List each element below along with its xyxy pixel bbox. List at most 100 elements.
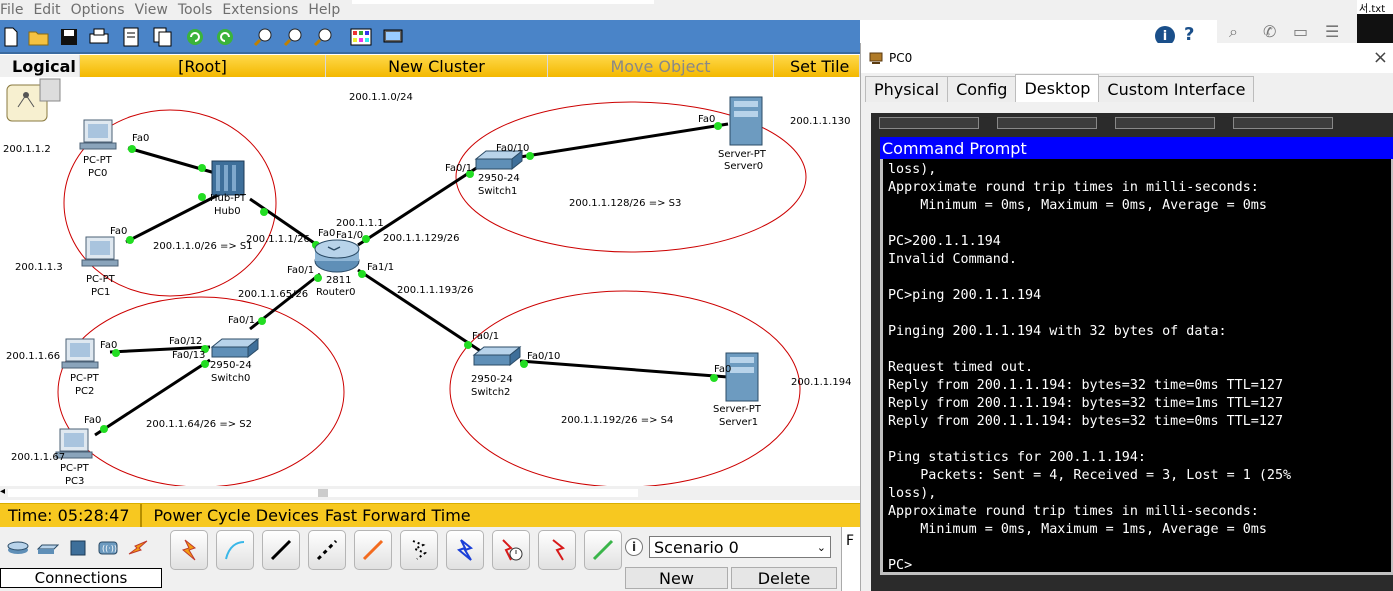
switch0-name[interactable]: Switch0 xyxy=(211,373,250,384)
cmd-line xyxy=(888,539,1391,557)
new-scenario-button[interactable]: New xyxy=(625,567,728,589)
menu-tools[interactable]: Tools xyxy=(178,2,221,18)
device-panel: ((·)) Connections i Scenario 0 ⌄ New Del… xyxy=(0,527,860,591)
tab-config[interactable]: Config xyxy=(947,76,1017,102)
phone-cable-icon[interactable] xyxy=(400,530,438,570)
subnet-s4-label: 200.1.1.192/26 => S4 xyxy=(561,415,674,426)
canvas-hscrollbar[interactable]: ◂ xyxy=(0,486,860,500)
power-cycle-button[interactable]: Power Cycle Devices xyxy=(142,506,319,525)
straight-through-cable-icon[interactable] xyxy=(262,530,300,570)
router0-name[interactable]: Router0 xyxy=(316,287,356,298)
subnet-s3-label: 200.1.1.128/26 => S3 xyxy=(569,198,682,209)
search-icon[interactable]: ⌕ xyxy=(1229,22,1238,42)
server0-type: Server-PT xyxy=(718,149,766,160)
connections-category-icon[interactable] xyxy=(126,539,150,557)
print-icon[interactable] xyxy=(88,26,110,48)
hub0-name[interactable]: Hub0 xyxy=(214,206,241,217)
video-icon[interactable]: ▭ xyxy=(1293,22,1308,41)
save-icon[interactable] xyxy=(58,26,80,48)
svg-text:((·)): ((·)) xyxy=(102,544,117,553)
auto-cable-icon[interactable] xyxy=(170,530,208,570)
server1-name[interactable]: Server1 xyxy=(719,417,758,428)
pc1-name[interactable]: PC1 xyxy=(91,287,110,298)
cmd-line xyxy=(888,269,1391,287)
undo-icon[interactable] xyxy=(184,26,206,48)
tab-logical[interactable]: Logical xyxy=(0,55,80,77)
custom-device-icon[interactable] xyxy=(382,26,404,48)
tab-set-tiled[interactable]: Set Tile xyxy=(774,55,860,77)
router-fa10-ip-a: 200.1.1.1 xyxy=(336,218,384,229)
tab-new-cluster[interactable]: New Cluster xyxy=(326,55,548,77)
link-pc0-hub0 xyxy=(127,146,223,177)
new-file-icon[interactable] xyxy=(0,26,22,48)
scroll-left-icon[interactable]: ◂ xyxy=(0,486,5,497)
zoom-in-icon[interactable] xyxy=(252,26,274,48)
activity-wizard-icon[interactable] xyxy=(120,26,142,48)
info-icon[interactable]: i xyxy=(625,538,643,556)
desktop-app-icon[interactable] xyxy=(997,117,1097,129)
pc2-port: Fa0 xyxy=(100,340,118,351)
desktop-app-icon[interactable] xyxy=(879,117,979,129)
scenario-select[interactable]: Scenario 0 ⌄ xyxy=(649,536,831,558)
serial-dte-cable-icon[interactable] xyxy=(538,530,576,570)
desktop-app-icon[interactable] xyxy=(1115,117,1215,129)
pc3-type: PC-PT xyxy=(60,463,89,474)
scroll-thumb[interactable] xyxy=(318,489,328,497)
switch-category-icon[interactable] xyxy=(36,539,60,557)
console-cable-icon[interactable] xyxy=(216,530,254,570)
server1-type: Server-PT xyxy=(713,404,761,415)
switch1-name[interactable]: Switch1 xyxy=(478,186,517,197)
status-bar: Time: 05:28:47 Power Cycle Devices Fast … xyxy=(0,503,860,528)
tab-custom-interface[interactable]: Custom Interface xyxy=(1098,76,1255,102)
switch2-icon xyxy=(472,345,522,367)
pc0-titlebar[interactable]: PC0 × xyxy=(861,43,1393,73)
subnet-s2-ellipse xyxy=(57,296,345,486)
device-category-icons: ((·)) xyxy=(6,539,150,557)
pc3-name[interactable]: PC3 xyxy=(65,476,84,486)
phone-icon[interactable]: ✆ xyxy=(1263,22,1276,41)
cmd-line xyxy=(888,215,1391,233)
octal-cable-icon[interactable] xyxy=(584,530,622,570)
hub-category-icon[interactable] xyxy=(66,539,90,557)
router-category-icon[interactable] xyxy=(6,539,30,557)
redo-icon[interactable] xyxy=(214,26,236,48)
delete-scenario-button[interactable]: Delete xyxy=(731,567,837,589)
pc0-tabs: Physical Config Desktop Custom Interface xyxy=(865,74,1255,102)
menu-extensions[interactable]: Extensions xyxy=(222,2,306,18)
palette-icon[interactable] xyxy=(350,26,372,48)
fiber-cable-icon[interactable] xyxy=(354,530,392,570)
switch2-name[interactable]: Switch2 xyxy=(471,387,510,398)
pc3-port: Fa0 xyxy=(84,415,102,426)
tab-physical[interactable]: Physical xyxy=(865,76,949,102)
pc2-name[interactable]: PC2 xyxy=(75,386,94,397)
zoom-reset-icon[interactable] xyxy=(282,26,304,48)
copy-icon[interactable] xyxy=(152,26,174,48)
crossover-cable-icon[interactable] xyxy=(308,530,346,570)
pc0-name[interactable]: PC0 xyxy=(88,168,107,179)
tab-root[interactable]: [Root] xyxy=(80,55,326,77)
menu-help[interactable]: Help xyxy=(308,2,348,18)
server0-name[interactable]: Server0 xyxy=(724,161,763,172)
switch0-icon xyxy=(210,337,260,359)
zoom-out-icon[interactable] xyxy=(312,26,334,48)
coaxial-cable-icon[interactable] xyxy=(446,530,484,570)
tab-desktop[interactable]: Desktop xyxy=(1015,74,1100,102)
chevron-down-icon[interactable]: ⌄ xyxy=(817,541,826,554)
menu-icon[interactable]: ☰ xyxy=(1325,22,1339,41)
logical-workspace[interactable]: 200.1.1.0/24 200.1.1.2 PC-PT PC0 Fa0 200… xyxy=(0,77,860,486)
close-icon[interactable]: × xyxy=(1373,47,1388,68)
serial-dce-cable-icon[interactable] xyxy=(492,530,530,570)
wireless-category-icon[interactable]: ((·)) xyxy=(96,539,120,557)
help-icon[interactable]: ? xyxy=(1184,24,1194,45)
pc2-ip: 200.1.1.66 xyxy=(6,351,61,362)
menu-view[interactable]: View xyxy=(135,2,176,18)
menu-edit[interactable]: Edit xyxy=(33,2,68,18)
switch0-fa01-port: Fa0/1 xyxy=(228,315,256,326)
link-status-dots xyxy=(100,122,722,433)
menu-options[interactable]: Options xyxy=(71,2,133,18)
menu-file[interactable]: File xyxy=(0,2,31,18)
fast-forward-button[interactable]: Fast Forward Time xyxy=(319,506,471,525)
command-prompt-output[interactable]: loss), Approximate round trip times in mi… xyxy=(880,159,1393,575)
desktop-app-icon[interactable] xyxy=(1233,117,1333,129)
open-folder-icon[interactable] xyxy=(28,26,50,48)
